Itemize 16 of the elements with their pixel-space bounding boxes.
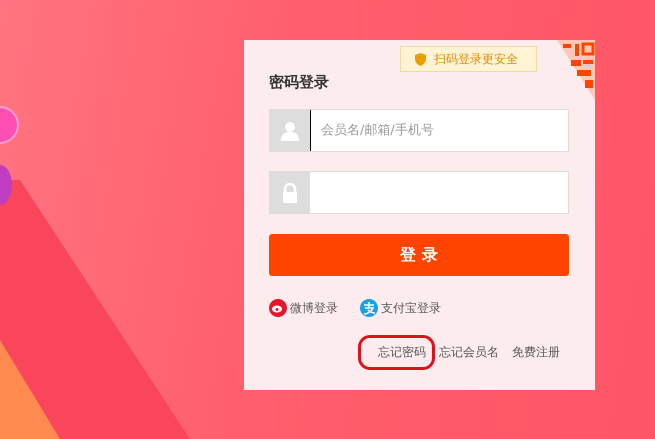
shield-icon bbox=[415, 52, 426, 66]
qr-code-icon[interactable] bbox=[557, 40, 595, 100]
lock-icon bbox=[281, 182, 299, 202]
qr-login-tip-text: 扫码登录更安全 bbox=[434, 51, 518, 68]
alipay-icon bbox=[360, 299, 378, 317]
login-button[interactable]: 登 录 bbox=[269, 234, 569, 276]
account-link[interactable]: 忘记密码 bbox=[358, 335, 435, 370]
social-login-link[interactable]: 支付宝登录 bbox=[360, 299, 441, 317]
person-icon bbox=[281, 120, 299, 140]
weibo-icon bbox=[269, 299, 287, 317]
login-title: 密码登录 bbox=[269, 72, 330, 92]
username-field[interactable]: 会员名/邮箱/手机号 bbox=[269, 109, 569, 152]
social-login-link[interactable]: 微博登录 bbox=[269, 299, 338, 317]
account-link[interactable]: 忘记会员名 bbox=[439, 345, 499, 359]
password-field[interactable] bbox=[269, 171, 569, 214]
account-link[interactable]: 免费注册 bbox=[512, 345, 560, 359]
